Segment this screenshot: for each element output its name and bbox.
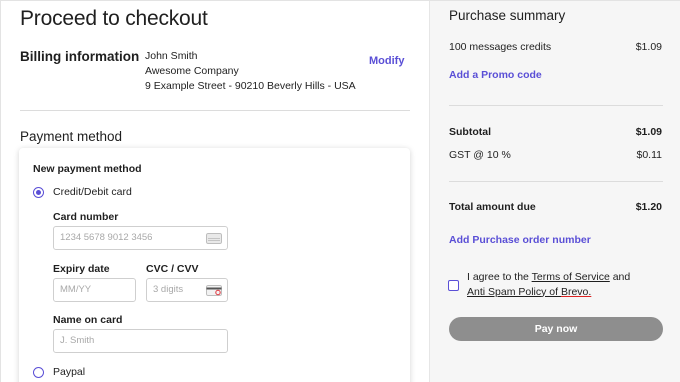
cvc-label: CVC / CVV	[146, 263, 199, 275]
purchase-summary-heading: Purchase summary	[449, 8, 566, 23]
agree-terms-text: I agree to the Terms of Service and Anti…	[467, 270, 667, 299]
item-label: 100 messages credits	[449, 41, 552, 53]
expiry-placeholder: MM/YY	[60, 284, 92, 295]
agree-prefix: I agree to the	[467, 271, 532, 283]
payment-method-card: New payment method Credit/Debit card Car…	[19, 148, 410, 382]
billing-address: 9 Example Street - 90210 Beverly Hills -…	[145, 80, 356, 92]
summary-divider	[449, 181, 663, 182]
card-number-input[interactable]: 1234 5678 9012 3456	[53, 226, 228, 250]
agree-terms-checkbox[interactable]	[448, 280, 459, 291]
paypal-radio[interactable]	[33, 367, 44, 378]
credit-card-icon	[206, 233, 222, 244]
anti-spam-policy-link[interactable]: Anti Spam Policy of	[467, 286, 561, 298]
cvc-placeholder: 3 digits	[153, 284, 184, 295]
payment-method-heading: Payment method	[20, 129, 123, 144]
billing-company: Awesome Company	[145, 65, 239, 77]
checkout-main-panel: Proceed to checkout Billing information …	[1, 1, 429, 382]
agree-mid: and	[609, 271, 631, 283]
total-label: Total amount due	[449, 201, 536, 213]
cvc-card-icon	[206, 285, 222, 296]
new-payment-method-heading: New payment method	[33, 163, 142, 175]
name-on-card-label: Name on card	[53, 314, 123, 326]
add-purchase-order-link[interactable]: Add Purchase order number	[449, 234, 591, 246]
subtotal-value: $1.09	[635, 126, 662, 138]
billing-address-block: John Smith Awesome Company 9 Example Str…	[145, 49, 356, 94]
billing-info-heading: Billing information	[20, 49, 140, 64]
name-placeholder: J. Smith	[60, 335, 95, 346]
modify-billing-link[interactable]: Modify	[369, 55, 404, 67]
terms-of-service-link[interactable]: Terms of Service	[532, 271, 610, 283]
gst-label: GST @ 10 %	[449, 149, 511, 161]
billing-name: John Smith	[145, 50, 198, 62]
pay-now-button[interactable]: Pay now	[449, 317, 663, 341]
card-number-label: Card number	[53, 211, 119, 223]
brevo-link[interactable]: Brevo.	[561, 286, 591, 298]
summary-divider	[449, 105, 663, 106]
purchase-summary-panel: Purchase summary 100 messages credits $1…	[429, 1, 680, 382]
subtotal-label: Subtotal	[449, 126, 491, 138]
checkout-window: Proceed to checkout Billing information …	[0, 0, 680, 382]
gst-value: $0.11	[636, 149, 663, 161]
page-title: Proceed to checkout	[20, 7, 208, 30]
paypal-radio-label[interactable]: Paypal	[53, 366, 85, 378]
credit-card-radio-label[interactable]: Credit/Debit card	[53, 186, 132, 198]
add-promo-code-link[interactable]: Add a Promo code	[449, 69, 542, 81]
item-price: $1.09	[635, 41, 662, 53]
section-divider	[20, 110, 410, 111]
expiry-date-label: Expiry date	[53, 263, 110, 275]
name-on-card-input[interactable]: J. Smith	[53, 329, 228, 353]
total-value: $1.20	[635, 201, 662, 213]
credit-card-radio[interactable]	[33, 187, 44, 198]
expiry-date-input[interactable]: MM/YY	[53, 278, 136, 302]
card-number-placeholder: 1234 5678 9012 3456	[60, 232, 153, 243]
